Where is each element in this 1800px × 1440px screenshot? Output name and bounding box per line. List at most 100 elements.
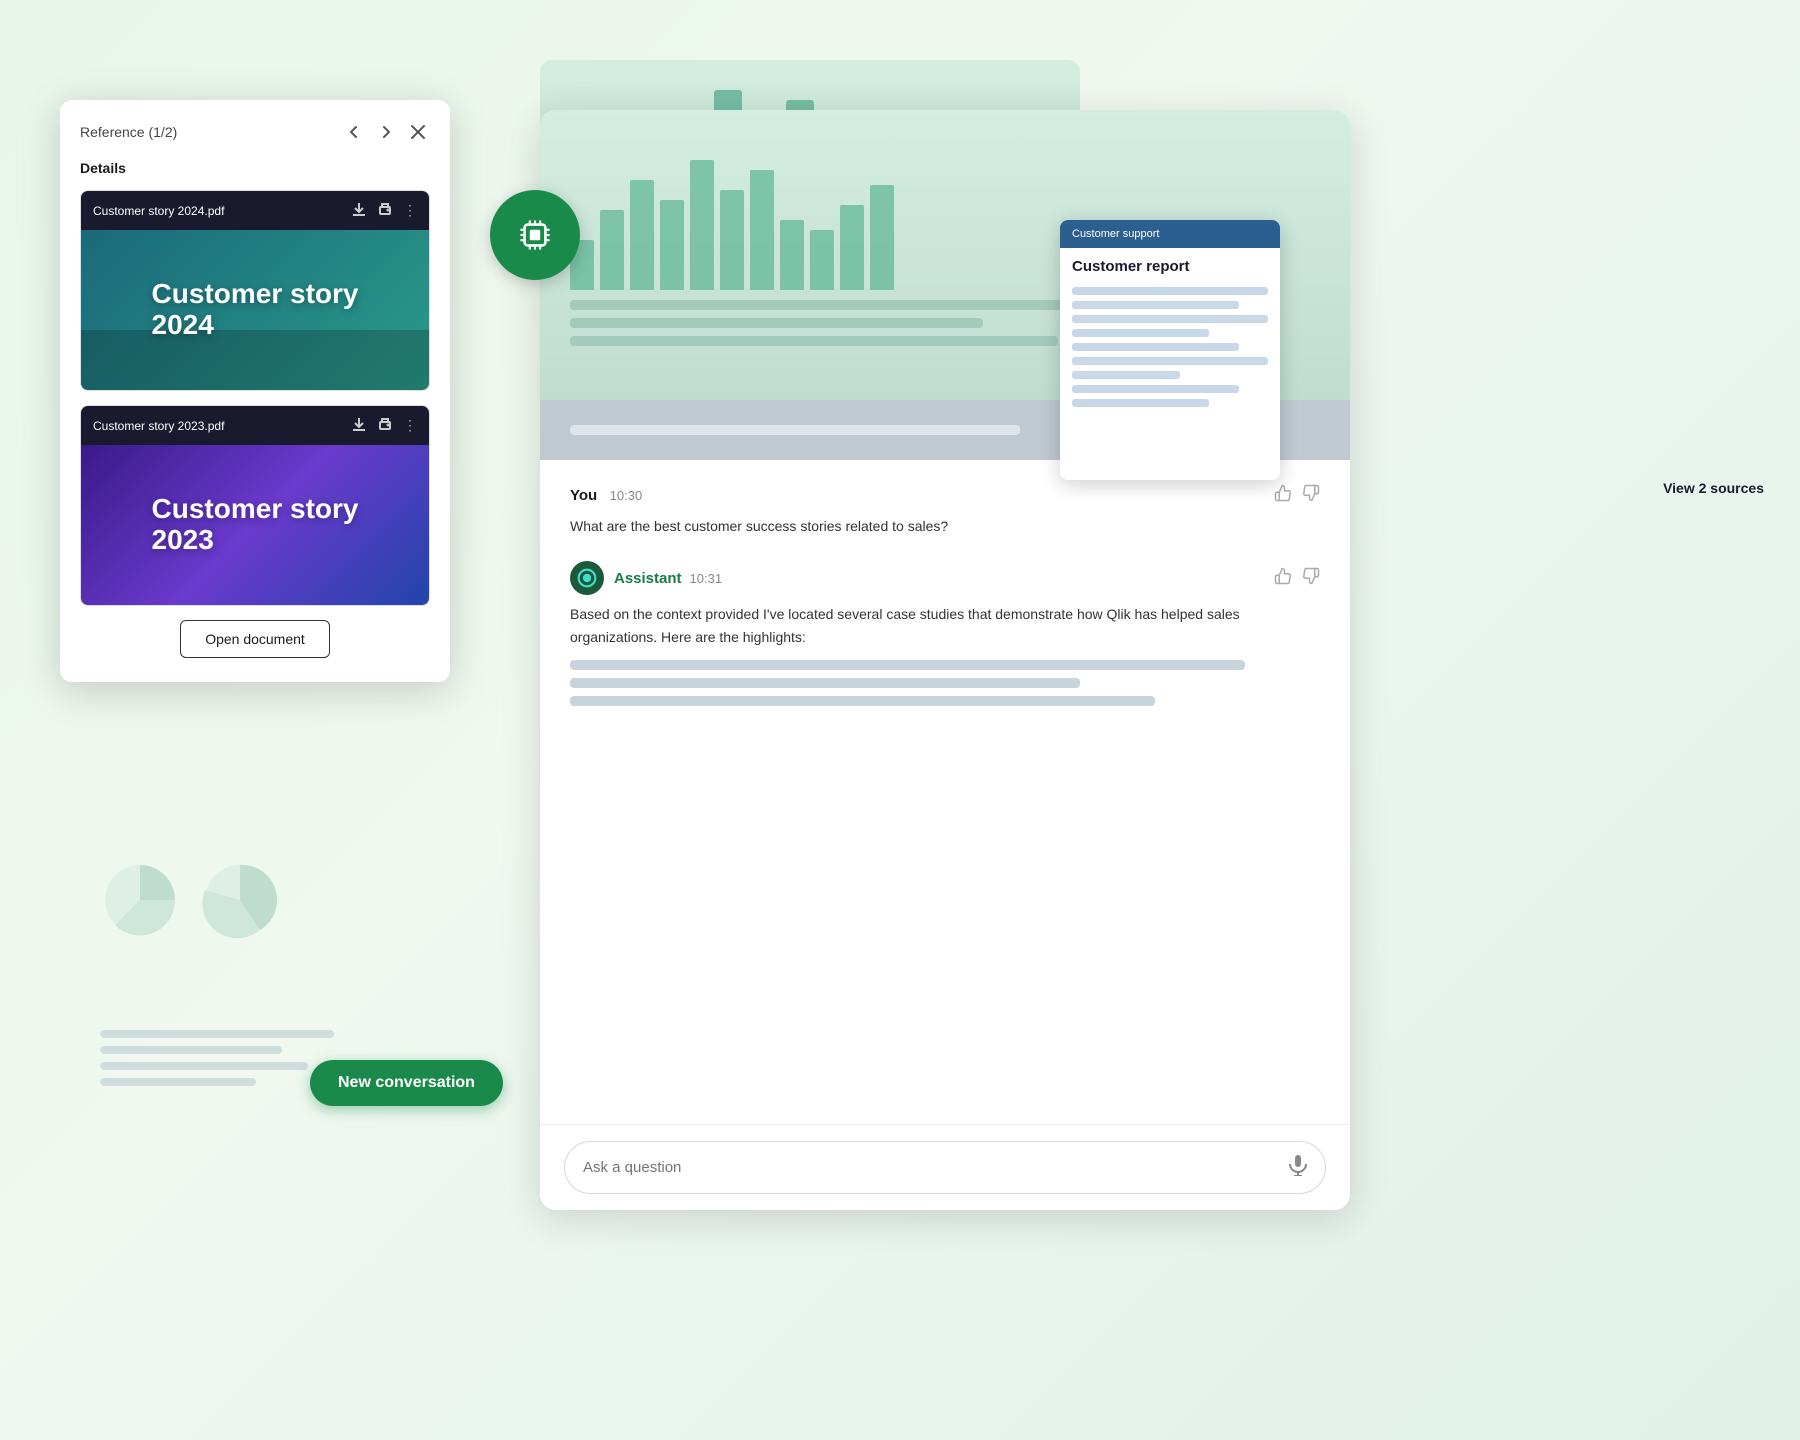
more-icon-2023[interactable]: ⋮ [403,417,417,434]
report-line-1 [1072,287,1268,295]
s-bar-8 [780,220,804,290]
assistant-message-block: Assistant 10:31 Based on the context pro… [570,561,1320,706]
new-conversation-btn[interactable]: New conversation [310,1060,503,1106]
b-line-3 [100,1062,308,1070]
report-card-header: Customer support [1060,220,1280,248]
s-bar-10 [840,205,864,290]
ai-chip-icon [510,210,560,260]
print-icon-2 [377,416,393,432]
chat-input-box [564,1141,1326,1194]
report-line-9 [1072,399,1209,407]
assistant-logo-icon [577,568,597,588]
r-line-1 [570,660,1245,670]
mic-icon [1289,1154,1307,1176]
assistant-header-row: Assistant 10:31 [570,561,722,595]
thumbs-up-icon [1274,484,1292,502]
b-line-1 [100,1030,334,1038]
assistant-message-time: 10:31 [690,571,723,586]
s-bar-11 [870,185,894,290]
doc-card-bar-2023: Customer story 2023.pdf ⋮ [81,406,429,445]
assistant-sender-name: Assistant [614,570,682,587]
ref-panel-header: Reference (1/2) [80,120,430,144]
r-line-3 [570,696,1155,706]
ai-icon-circle [490,190,580,280]
report-card: Customer support Customer report [1060,220,1280,480]
s-line-3 [570,336,1058,346]
thumbs-down-icon [1302,484,1320,502]
assistant-thumbs-down-btn[interactable] [1302,567,1320,590]
doc-thumb-2023: Customer story 2023 [81,445,429,605]
doc-thumb-text-2024: Customer story 2024 [132,279,379,341]
doc-card-icons-2024: ⋮ [351,201,417,220]
chat-input-area [540,1124,1350,1210]
mic-button[interactable] [1289,1154,1307,1181]
ref-next-btn[interactable] [374,120,398,144]
gray-line [570,425,1020,435]
view-sources-text[interactable]: View 2 sources [1663,480,1764,496]
ref-nav [342,120,430,144]
ref-panel-title: Reference (1/2) [80,124,177,140]
print-icon-2023[interactable] [377,416,393,435]
report-line-8 [1072,385,1239,393]
doc-name-2023: Customer story 2023.pdf [93,419,351,433]
ref-details-label: Details [80,160,430,176]
chat-input[interactable] [583,1159,1279,1176]
more-icon-2024[interactable]: ⋮ [403,202,417,219]
open-document-btn[interactable]: Open document [180,620,330,658]
doc-name-2024: Customer story 2024.pdf [93,204,351,218]
thumbs-up-icon-2 [1274,567,1292,585]
b-line-2 [100,1046,282,1054]
print-icon [377,201,393,217]
assistant-message-header: Assistant 10:31 [570,561,1320,595]
print-icon-2024[interactable] [377,201,393,220]
user-thumbs-down-btn[interactable] [1302,484,1320,507]
assistant-message-actions [1274,567,1320,590]
s-bar-4 [660,200,684,290]
ref-close-btn[interactable] [406,120,430,144]
doc-card-bar-2024: Customer story 2024.pdf ⋮ [81,191,429,230]
download-icon [351,201,367,217]
user-message-actions [1274,484,1320,507]
assistant-avatar [570,561,604,595]
report-line-2 [1072,301,1239,309]
report-line-7 [1072,371,1180,379]
s-line-2 [570,318,983,328]
report-line-3 [1072,315,1268,323]
user-message-time: 10:30 [610,488,643,503]
assistant-thumbs-up-btn[interactable] [1274,567,1292,590]
pie-area [100,800,380,1000]
ref-prev-btn[interactable] [342,120,366,144]
user-sender-name: You [570,487,597,504]
assistant-message-text: Based on the context provided I've locat… [570,603,1320,648]
report-line-6 [1072,357,1268,365]
reference-panel: Reference (1/2) Details Customer story 2… [60,100,450,682]
download-icon-2024[interactable] [351,201,367,220]
doc-thumb-2024: Customer story 2024 [81,230,429,390]
messages-area[interactable]: You 10:30 What are the best customer suc… [540,460,1350,1124]
download-icon-2023[interactable] [351,416,367,435]
b-line-4 [100,1078,256,1086]
s-bar-6 [720,190,744,290]
report-line-5 [1072,343,1239,351]
doc-card-2024: Customer story 2024.pdf ⋮ Customer story… [80,190,430,391]
close-icon [410,124,426,140]
user-message-meta: You 10:30 [570,487,642,505]
doc-thumb-text-2023: Customer story 2023 [132,494,379,556]
s-bar-7 [750,170,774,290]
user-message-header: You 10:30 [570,484,1320,507]
download-icon-2 [351,416,367,432]
s-bar-3 [630,180,654,290]
pie-chart-1 [100,860,180,940]
thumbs-down-icon-2 [1302,567,1320,585]
pie-chart-2 [200,860,280,940]
chevron-right-icon [379,125,393,139]
report-card-title: Customer report [1060,248,1280,283]
report-line-4 [1072,329,1209,337]
s-line-1 [570,300,1133,310]
report-card-content [1060,283,1280,417]
doc-card-2023: Customer story 2023.pdf ⋮ Customer story… [80,405,430,606]
user-message-text: What are the best customer success stori… [570,515,1320,537]
user-message-block: You 10:30 What are the best customer suc… [570,484,1320,537]
user-thumbs-up-btn[interactable] [1274,484,1292,507]
chevron-left-icon [347,125,361,139]
